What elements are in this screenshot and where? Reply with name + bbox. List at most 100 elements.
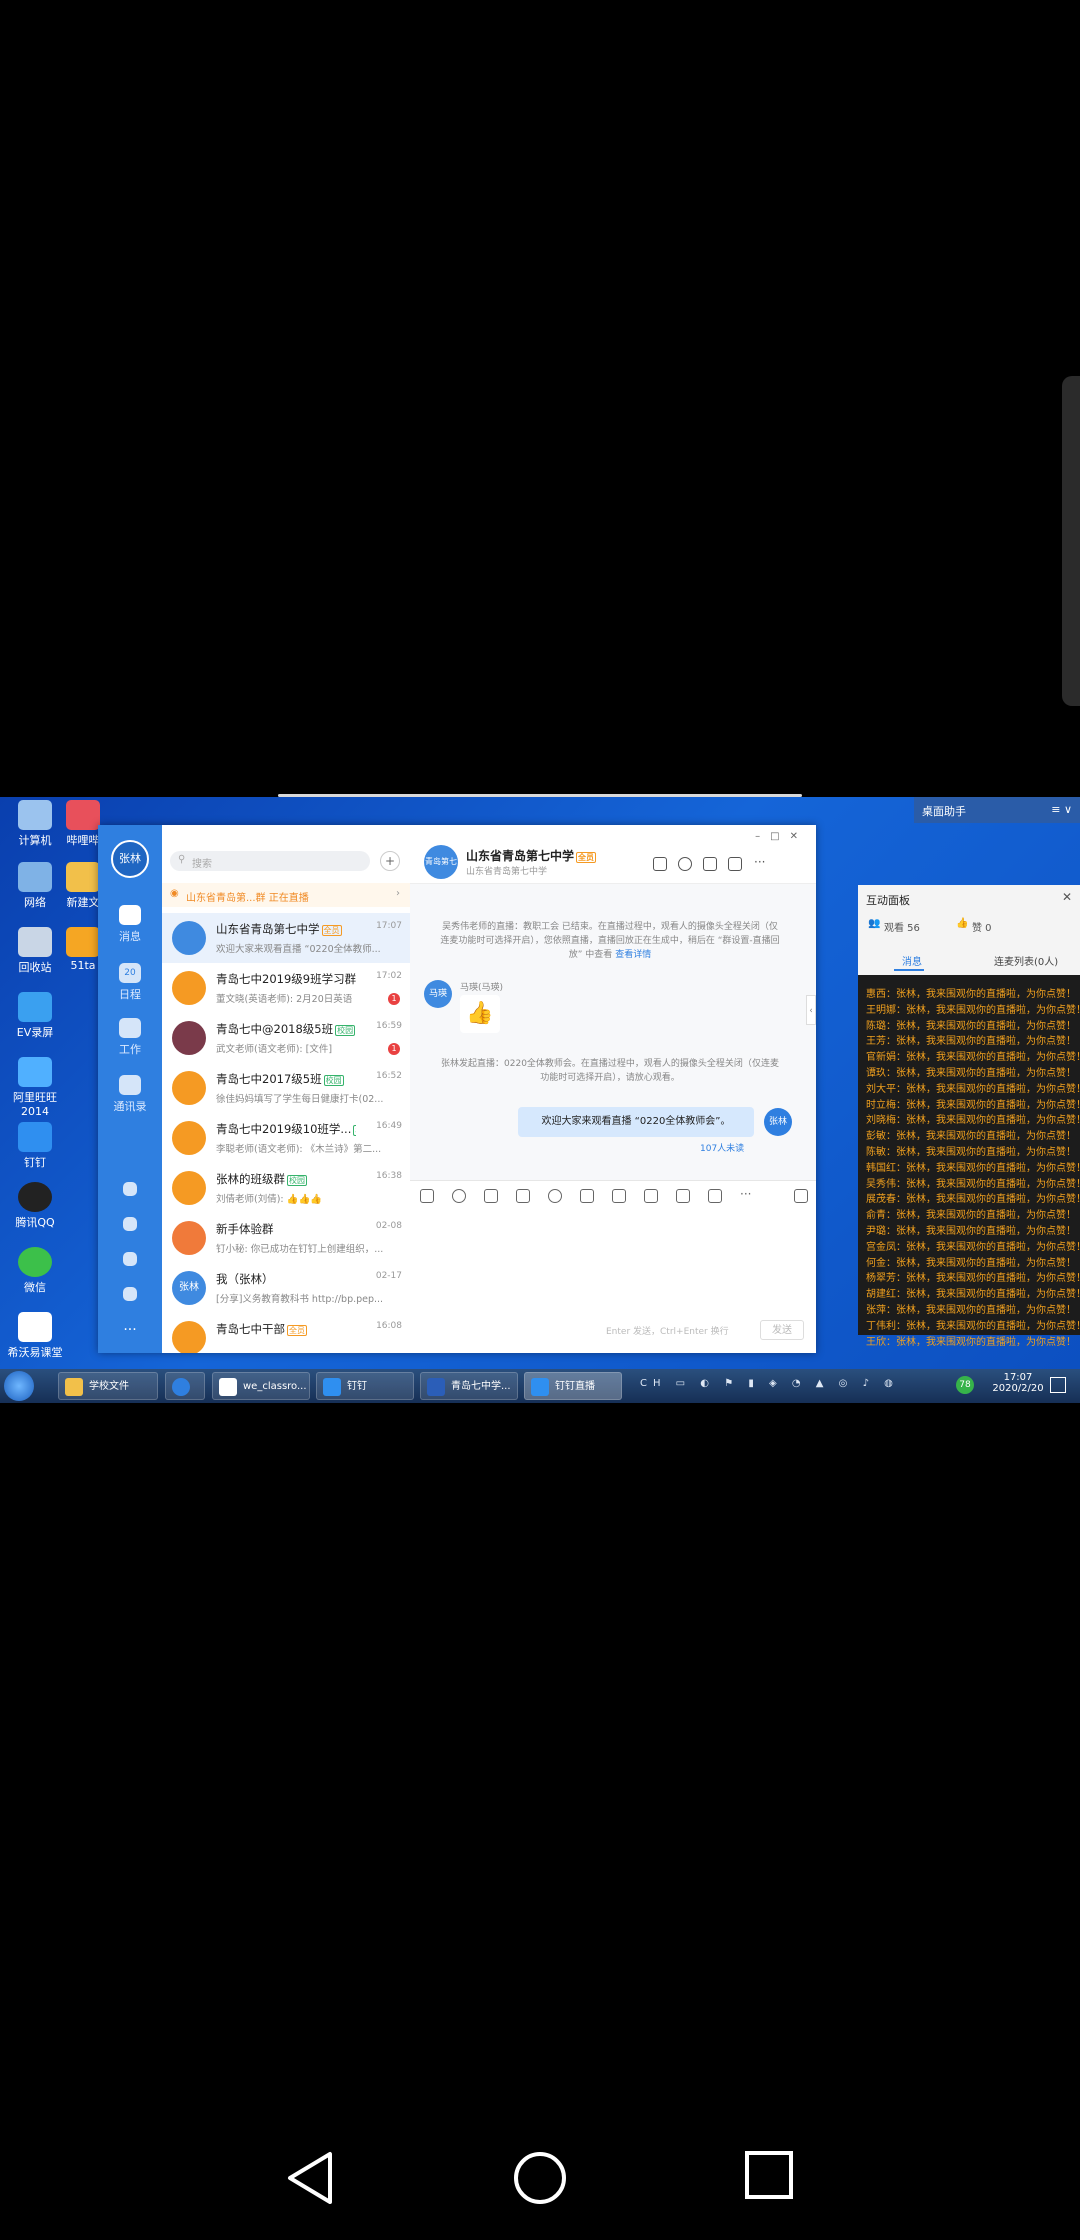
edge-panel-handle[interactable] bbox=[1062, 376, 1080, 706]
rail-item-messages[interactable]: 消息 bbox=[98, 905, 162, 944]
word-icon bbox=[427, 1378, 445, 1396]
conversation-time: 16:59 bbox=[376, 1021, 402, 1031]
close-icon[interactable]: ✕ bbox=[1062, 890, 1072, 904]
emoji-icon[interactable] bbox=[452, 1189, 466, 1203]
likes-icon: 👍 bbox=[956, 918, 969, 929]
unread-count[interactable]: 107人未读 bbox=[700, 1141, 744, 1154]
live-banner[interactable]: ◉ 山东省青岛第...群 正在直播 › bbox=[162, 883, 410, 907]
sender-avatar[interactable]: 马瑛 bbox=[424, 980, 452, 1008]
taskbar-item-sogou[interactable] bbox=[165, 1372, 205, 1400]
live-video-icon[interactable] bbox=[728, 857, 742, 871]
conversation-time: 02-08 bbox=[375, 1221, 402, 1231]
more-icon[interactable]: ··· bbox=[754, 855, 765, 869]
conversation-item[interactable]: 山东省青岛第七中学 全员 17:07 欢迎大家来观看直播 “0220全体教师... bbox=[162, 913, 410, 963]
window-controls[interactable]: –□✕ bbox=[755, 831, 808, 842]
rail-item-work[interactable]: 工作 bbox=[98, 1018, 162, 1057]
message-input[interactable]: Enter 发送，Ctrl+Enter 换行 发送 bbox=[410, 1210, 816, 1353]
desktop-icon-ev[interactable]: EV录屏 bbox=[0, 992, 70, 1040]
clock[interactable]: 17:07 2020/2/20 bbox=[988, 1372, 1048, 1394]
more-tools-icon[interactable]: ··· bbox=[740, 1187, 751, 1201]
interaction-panel: 互动面板 ✕ 👥 观看 56 👍 赞 0 消息 连麦列表(0人) 惠西：张林，我… bbox=[858, 885, 1080, 1348]
group-avatar bbox=[172, 1321, 206, 1353]
search-icon: ⚲ bbox=[178, 854, 186, 865]
tab-mic-list[interactable]: 连麦列表(0人) bbox=[994, 953, 1058, 968]
taskbar-item-school-files[interactable]: 学校文件 bbox=[58, 1372, 158, 1400]
clock-icon[interactable] bbox=[678, 857, 692, 871]
system-tray-icons[interactable]: CH ▭ ◐ ⚑ ▮ ◈ ◔ ▲ ◎ ♪ ◍ bbox=[640, 1378, 910, 1394]
scissors-icon[interactable] bbox=[516, 1189, 530, 1203]
rail-item-contacts[interactable]: 通讯录 bbox=[98, 1075, 162, 1114]
rail-more-icon[interactable]: ··· bbox=[98, 1322, 162, 1338]
comment-item: 丁伟利：张林，我来围观你的直播啦，为你点赞！ bbox=[866, 1320, 1080, 1332]
taskbar-item-word[interactable]: 青岛七中学... bbox=[420, 1372, 518, 1400]
conversation-item[interactable]: 张林的班级群 校园 16:38 刘倩老师(刘倩): 👍👍👍 bbox=[162, 1163, 410, 1213]
conversation-tag: 全员 bbox=[321, 925, 342, 936]
desktop-icon-aliwangwang[interactable]: 阿里旺旺2014 bbox=[0, 1057, 70, 1118]
phone-icon[interactable] bbox=[644, 1189, 658, 1203]
my-message-bubble[interactable]: 欢迎大家来观看直播 “0220全体教师会”。 bbox=[518, 1107, 754, 1137]
conversation-item[interactable]: 青岛七中2019级9班学习群校园 17:02 董文晓(英语老师): 2月20日英… bbox=[162, 963, 410, 1013]
action-center-icon[interactable] bbox=[1050, 1377, 1066, 1393]
ding-icon[interactable] bbox=[612, 1189, 626, 1203]
mail-icon[interactable] bbox=[708, 1189, 722, 1203]
desktop-assistant-bar[interactable]: 桌面助手 ≡ ∨ bbox=[914, 797, 1080, 823]
input-hint: Enter 发送，Ctrl+Enter 换行 bbox=[606, 1327, 729, 1337]
recents-icon[interactable] bbox=[744, 2150, 796, 2202]
unread-badge: 1 bbox=[388, 1043, 400, 1055]
conversation-tag: 校园 bbox=[323, 1075, 344, 1086]
conversation-item[interactable]: 新手体验群 02-08 钉小秘: 你已成功在钉钉上创建组织，... bbox=[162, 1213, 410, 1263]
at-mention-icon[interactable] bbox=[548, 1189, 562, 1203]
folder-icon[interactable] bbox=[703, 857, 717, 871]
comment-item: 谭玖：张林，我来围观你的直播啦，为你点赞！ bbox=[866, 1068, 1076, 1079]
taskbar-item-dingtalk[interactable]: 钉钉 bbox=[316, 1372, 414, 1400]
send-button[interactable]: 发送 bbox=[760, 1320, 804, 1340]
comment-item: 刘晓梅：张林，我来围观你的直播啦，为你点赞！ bbox=[866, 1115, 1080, 1127]
conversation-item[interactable]: 青岛七中干部 全员 16:08 bbox=[162, 1313, 410, 1353]
group-avatar[interactable]: 青岛第七 bbox=[424, 845, 458, 879]
add-button[interactable]: + bbox=[380, 851, 400, 871]
folder-icon[interactable] bbox=[580, 1189, 594, 1203]
back-icon[interactable] bbox=[284, 2150, 336, 2206]
comment-item: 韩国红：张林，我来围观你的直播啦，为你点赞！ bbox=[866, 1162, 1080, 1174]
comment-item: 吴秀伟：张林，我来围观你的直播啦，为你点赞！ bbox=[866, 1178, 1080, 1190]
rail-phone-icon[interactable] bbox=[98, 1217, 162, 1234]
conversation-item[interactable]: 张林 我（张林） 02-17 [分享]义务教育教科书 http://bp.pep… bbox=[162, 1263, 410, 1313]
view-details-link[interactable]: 查看详情 bbox=[615, 950, 651, 960]
desktop-icon-wechat[interactable]: 微信 bbox=[0, 1247, 70, 1295]
user-avatar[interactable]: 张林 bbox=[111, 840, 149, 878]
desktop-icon-seewo[interactable]: 希沃易课堂 bbox=[0, 1312, 70, 1360]
conversation-item[interactable]: 青岛七中@2018级5班 校园 16:59 武文老师(语文老师): [文件] 1 bbox=[162, 1013, 410, 1063]
my-avatar[interactable]: 张林 bbox=[764, 1108, 792, 1136]
thumbs-up-sticker[interactable]: 👍 bbox=[460, 995, 500, 1033]
rail-ding-icon[interactable] bbox=[98, 1182, 162, 1199]
taskbar-item-dingtalk-live[interactable]: 钉钉直播 bbox=[524, 1372, 622, 1400]
megaphone-icon[interactable] bbox=[653, 857, 667, 871]
desktop-icon-qq[interactable]: 腾讯QQ bbox=[0, 1182, 70, 1230]
conversation-item[interactable]: 青岛七中2017级5班 校园 16:52 徐佳妈妈填写了学生每日健康打卡(02..… bbox=[162, 1063, 410, 1113]
viewers-icon: 👥 bbox=[868, 918, 881, 929]
bilibili-icon bbox=[66, 800, 100, 830]
rail-cloud-icon[interactable] bbox=[98, 1252, 162, 1269]
conversation-name: 我（张林） bbox=[216, 1272, 274, 1286]
taskbar-item-we-classroom[interactable]: we_classro... bbox=[212, 1372, 310, 1400]
home-icon[interactable] bbox=[512, 2150, 568, 2206]
conversation-name: 新手体验群 bbox=[216, 1222, 274, 1236]
rail-mail-icon[interactable] bbox=[98, 1287, 162, 1304]
search-box[interactable]: ⚲ 搜索 bbox=[170, 851, 370, 871]
gif-icon[interactable] bbox=[420, 1189, 434, 1203]
tray-badge[interactable]: 78 bbox=[956, 1376, 974, 1394]
conversation-preview: 徐佳妈妈填写了学生每日健康打卡(02... bbox=[216, 1094, 384, 1105]
collapse-arrow-icon[interactable]: ‹ bbox=[806, 995, 816, 1025]
desktop-assistant-menu-icon[interactable]: ≡ ∨ bbox=[1051, 803, 1072, 816]
folder-icon bbox=[65, 1378, 83, 1396]
group-avatar bbox=[172, 1171, 206, 1205]
start-button[interactable] bbox=[4, 1371, 34, 1401]
conversation-item[interactable]: 青岛七中2019级10班学...校园 16:49 李聪老师(语文老师): 《木兰… bbox=[162, 1113, 410, 1163]
rail-item-calendar[interactable]: 20 日程 bbox=[98, 963, 162, 1002]
desktop-icon-dingtalk[interactable]: 钉钉 bbox=[0, 1122, 70, 1170]
video-icon[interactable] bbox=[676, 1189, 690, 1203]
thumbs-up-icon[interactable] bbox=[484, 1189, 498, 1203]
expand-icon[interactable] bbox=[794, 1189, 808, 1203]
recycle-bin-icon bbox=[18, 927, 52, 957]
tab-messages[interactable]: 消息 bbox=[902, 953, 922, 968]
